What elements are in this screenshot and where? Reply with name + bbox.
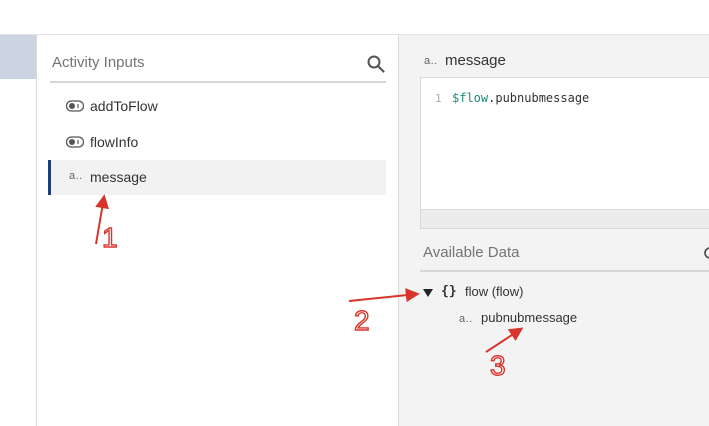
input-item-flowinfo[interactable]: flowInfo	[48, 125, 386, 160]
active-indicator	[48, 160, 51, 195]
input-item-label: addToFlow	[90, 98, 158, 114]
object-icon: {}	[441, 284, 457, 299]
string-type-icon: a..	[424, 55, 438, 67]
left-sidebar-selected-band	[0, 35, 36, 79]
input-item-label: message	[90, 169, 147, 185]
top-bar	[0, 0, 709, 35]
expression-editor[interactable]: 1 $flow.pubnubmessage	[420, 77, 709, 229]
input-item-label: flowInfo	[90, 134, 139, 150]
caret-down-icon[interactable]	[423, 289, 433, 297]
expression-code[interactable]: $flow.pubnubmessage	[452, 91, 589, 105]
expression-property: .pubnubmessage	[488, 91, 590, 105]
search-icon[interactable]	[701, 244, 709, 262]
input-item-message[interactable]: a.. message	[48, 160, 386, 195]
activity-inputs-header: Activity Inputs	[50, 47, 386, 83]
left-sidebar	[0, 35, 37, 426]
expression-variable: $flow	[452, 91, 489, 105]
activity-inputs-panel: Activity Inputs addToFlow flowInfo a.. m…	[37, 35, 399, 426]
toggle-icon	[66, 136, 84, 148]
horizontal-scrollbar[interactable]	[421, 209, 709, 228]
mapping-panel: a.. message 1 $flow.pubnubmessage Availa…	[399, 35, 709, 426]
available-data-divider	[420, 270, 709, 272]
available-data-title: Available Data	[423, 244, 520, 261]
string-type-icon: a..	[69, 170, 83, 182]
activity-inputs-title: Activity Inputs	[52, 54, 145, 71]
line-number: 1	[435, 92, 442, 105]
tree-node-pubnubmessage[interactable]: pubnubmessage	[481, 310, 577, 325]
input-item-addtoflow[interactable]: addToFlow	[48, 89, 386, 124]
search-icon[interactable]	[366, 54, 386, 74]
mapping-field-name: message	[445, 52, 506, 69]
toggle-icon	[66, 100, 84, 112]
tree-node-flow[interactable]: flow (flow)	[465, 284, 524, 299]
string-type-icon: a..	[459, 313, 473, 325]
